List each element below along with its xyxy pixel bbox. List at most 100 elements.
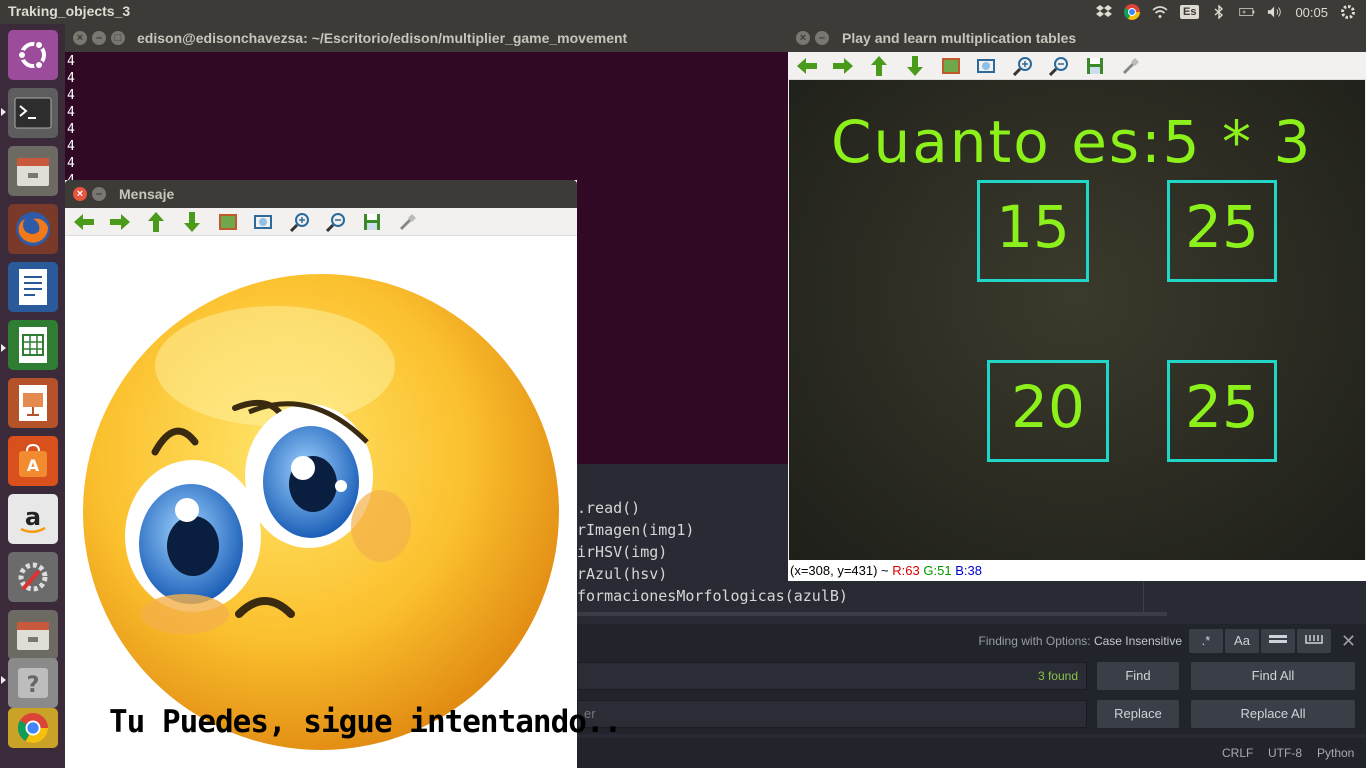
save-icon[interactable]: [361, 211, 383, 233]
bluetooth-icon[interactable]: [1211, 4, 1227, 20]
multiplication-game-window: × – Play and learn multiplication tables…: [788, 24, 1366, 581]
in-selection-toggle[interactable]: [1297, 629, 1331, 653]
arrow-up-icon[interactable]: [868, 55, 890, 77]
zoom-in-icon[interactable]: [289, 211, 311, 233]
replace-all-button[interactable]: Replace All: [1191, 700, 1355, 728]
arrow-right-icon[interactable]: [109, 211, 131, 233]
terminal-line: 4: [67, 139, 75, 154]
close-icon[interactable]: ×: [73, 187, 87, 201]
code-line: formacionesMorfologicas(azulB): [577, 587, 848, 605]
answer-box[interactable]: 20: [987, 360, 1109, 462]
gear-icon[interactable]: [1340, 4, 1356, 20]
terminal-line: 4: [67, 122, 75, 137]
find-button[interactable]: Find: [1097, 662, 1179, 690]
encoding[interactable]: UTF-8: [1268, 746, 1302, 760]
files-icon[interactable]: [8, 146, 58, 196]
chrome-launcher-icon[interactable]: [8, 708, 58, 748]
volume-icon[interactable]: [1267, 4, 1283, 20]
arrow-down-icon[interactable]: [904, 55, 926, 77]
arrow-down-icon[interactable]: [181, 211, 203, 233]
regex-toggle[interactable]: .*: [1189, 629, 1223, 653]
terminal-line: 4: [67, 105, 75, 120]
arrow-left-icon[interactable]: [73, 211, 95, 233]
answer-box[interactable]: 25: [1167, 180, 1277, 282]
zoom-out-icon[interactable]: [325, 211, 347, 233]
camera-toolbar: [788, 52, 1366, 80]
close-icon[interactable]: ×: [73, 31, 87, 45]
mensaje-titlebar[interactable]: × – Mensaje: [65, 180, 577, 208]
editor-statusbar: CRLF UTF-8 Python: [577, 738, 1366, 768]
answer-box[interactable]: 15: [977, 180, 1089, 282]
find-input[interactable]: 3 found: [577, 662, 1087, 690]
camera-view[interactable]: Cuanto es:5 * 3 15 25 20 25: [789, 80, 1365, 560]
calc-icon[interactable]: [8, 320, 58, 370]
running-indicator: [1, 344, 6, 352]
case-sensitive-toggle[interactable]: Aa: [1225, 629, 1259, 653]
zoom-fit-icon[interactable]: [940, 55, 962, 77]
find-panel: Finding with Options: Case Insensitive .…: [577, 624, 1366, 734]
line-endings[interactable]: CRLF: [1222, 746, 1253, 760]
terminal-line: 4: [67, 54, 75, 69]
clock[interactable]: 00:05: [1295, 5, 1328, 20]
pixel-r: R:63: [892, 563, 920, 578]
battery-icon[interactable]: [1239, 4, 1255, 20]
active-app-title: Traking_objects_3: [8, 3, 131, 19]
horizontal-scrollbar[interactable]: [577, 612, 1167, 616]
terminal-titlebar[interactable]: × – □ edison@edisonchavezsa: ~/Escritori…: [65, 24, 789, 52]
zoom-in-icon[interactable]: [1012, 55, 1034, 77]
writer-icon[interactable]: [8, 262, 58, 312]
keyboard-layout-indicator[interactable]: Es: [1179, 5, 1200, 19]
pixel-b: B:38: [955, 563, 982, 578]
impress-icon[interactable]: [8, 378, 58, 428]
replace-input[interactable]: er: [577, 700, 1087, 728]
terminal-title: edison@edisonchavezsa: ~/Escritorio/edis…: [137, 30, 628, 46]
firefox-icon[interactable]: [8, 204, 58, 254]
dropbox-icon[interactable]: [1095, 4, 1112, 20]
find-all-button[interactable]: Find All: [1191, 662, 1355, 690]
minimize-icon[interactable]: –: [815, 31, 829, 45]
pixel-g: G:51: [923, 563, 952, 578]
zoom-actual-icon[interactable]: [976, 55, 998, 77]
svg-text:A: A: [27, 456, 40, 475]
system-settings-icon[interactable]: [8, 552, 58, 602]
wifi-icon[interactable]: [1152, 4, 1168, 20]
system-tray: Es 00:05: [1095, 0, 1356, 24]
game-titlebar[interactable]: × – Play and learn multiplication tables: [788, 24, 1366, 52]
terminal-line: 4: [67, 88, 75, 103]
zoom-actual-icon[interactable]: [253, 211, 275, 233]
game-title: Play and learn multiplication tables: [842, 30, 1077, 46]
save-icon[interactable]: [1084, 55, 1106, 77]
whole-word-toggle[interactable]: [1261, 629, 1295, 653]
answer-value: 25: [1185, 373, 1259, 441]
close-find-icon[interactable]: ✕: [1341, 631, 1356, 652]
minimize-icon[interactable]: –: [92, 187, 106, 201]
close-icon[interactable]: ×: [796, 31, 810, 45]
maximize-icon[interactable]: □: [111, 31, 125, 45]
arrow-left-icon[interactable]: [796, 55, 818, 77]
files-2-icon[interactable]: [8, 610, 58, 660]
replace-button[interactable]: Replace: [1097, 700, 1179, 728]
properties-icon[interactable]: [1120, 55, 1142, 77]
terminal-line: 4: [67, 156, 75, 171]
answer-value: 20: [1011, 373, 1085, 441]
answer-box[interactable]: 25: [1167, 360, 1277, 462]
terminal-icon[interactable]: [8, 88, 58, 138]
properties-icon[interactable]: [397, 211, 419, 233]
zoom-fit-icon[interactable]: [217, 211, 239, 233]
question-text: Cuanto es:5 * 3: [831, 108, 1313, 176]
chrome-icon[interactable]: [1123, 4, 1140, 20]
minimize-icon[interactable]: –: [92, 31, 106, 45]
running-indicator: [1, 108, 6, 116]
pixel-status: (x=308, y=431) ~ R:63 G:51 B:38: [788, 560, 1366, 581]
zoom-out-icon[interactable]: [1048, 55, 1070, 77]
cursor-coords: (x=308, y=431) ~: [790, 563, 889, 578]
amazon-icon[interactable]: a: [8, 494, 58, 544]
arrow-up-icon[interactable]: [145, 211, 167, 233]
syntax-language[interactable]: Python: [1317, 746, 1354, 760]
running-indicator: [1, 676, 6, 684]
ubuntu-dash-icon[interactable]: [8, 30, 58, 80]
svg-text:?: ?: [27, 673, 40, 698]
arrow-right-icon[interactable]: [832, 55, 854, 77]
software-center-icon[interactable]: A: [8, 436, 58, 486]
help-icon[interactable]: ?: [8, 658, 58, 708]
